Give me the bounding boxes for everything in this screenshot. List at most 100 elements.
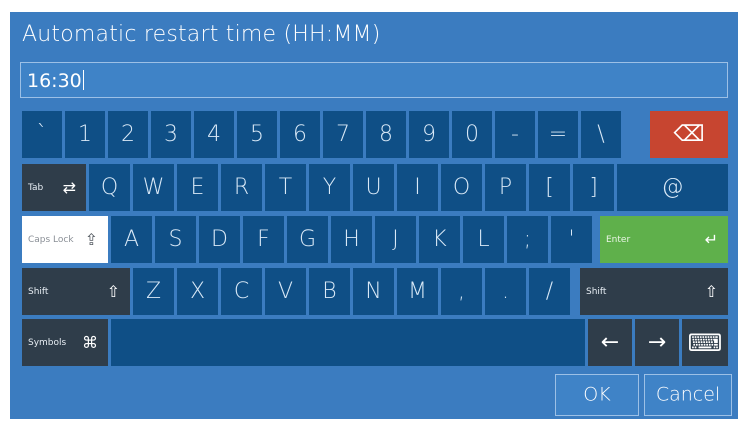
key-label: Tab [28,182,44,193]
left-shift-key[interactable]: Shift ⇧ [22,268,130,315]
key-k[interactable]: K [419,216,460,263]
key-right-bracket[interactable]: ] [573,164,614,211]
key-4[interactable]: 4 [194,111,234,158]
caps-lock-icon: ⇪ [84,229,98,249]
hide-keyboard-key[interactable]: ⌨ [682,319,728,366]
key-label: 6 [293,121,307,147]
key-y[interactable]: Y [309,164,350,211]
space-key[interactable] [111,319,585,366]
key-b[interactable]: B [309,268,350,315]
key-z[interactable]: Z [133,268,174,315]
key-f[interactable]: F [243,216,284,263]
key-t[interactable]: T [265,164,306,211]
key-label: Shift [28,286,49,297]
cancel-button[interactable]: Cancel [644,374,732,416]
key-slash[interactable]: / [529,268,570,315]
key-e[interactable]: E [177,164,218,211]
key-label: 5 [250,121,264,147]
enter-key[interactable]: Enter ↵ [600,216,728,263]
backspace-key[interactable]: ⌫ [650,111,728,158]
key-g[interactable]: G [287,216,328,263]
key-7[interactable]: 7 [323,111,363,158]
caps-lock-key[interactable]: Caps Lock ⇪ [22,216,108,263]
key-l[interactable]: L [463,216,504,263]
key-label: . [502,278,509,304]
key-1[interactable]: 1 [65,111,105,158]
backspace-icon: ⌫ [673,121,705,147]
key-label: ` [36,121,48,147]
key-6[interactable]: 6 [280,111,320,158]
key-minus[interactable]: - [495,111,535,158]
key-v[interactable]: V [265,268,306,315]
key-5[interactable]: 5 [237,111,277,158]
key-semicolon[interactable]: ; [507,216,548,263]
key-i[interactable]: I [397,164,438,211]
key-0[interactable]: 0 [452,111,492,158]
ok-button[interactable]: OK [555,374,639,416]
key-label: O [452,174,471,200]
key-8[interactable]: 8 [366,111,406,158]
key-comma[interactable]: , [441,268,482,315]
key-label: Caps Lock [28,234,74,245]
key-label: T [278,174,293,200]
key-h[interactable]: H [331,216,372,263]
key-label: Shift [586,286,607,297]
tab-key[interactable]: Tab ⇄ [22,164,86,211]
symbols-key[interactable]: Symbols ⌘ [22,319,108,366]
key-label: I [414,174,421,200]
key-backtick[interactable]: ` [22,111,62,158]
key-j[interactable]: J [375,216,416,263]
key-p[interactable]: P [485,164,526,211]
key-label: / [545,278,554,304]
key-equals[interactable]: = [538,111,578,158]
shift-icon: ⇧ [106,281,120,301]
key-label: W [142,174,165,200]
key-label: ] [589,174,598,200]
key-label: D [211,226,228,252]
key-label: 2 [121,121,135,147]
key-2[interactable]: 2 [108,111,148,158]
key-label: G [298,226,317,252]
key-3[interactable]: 3 [151,111,191,158]
key-label: L [477,226,490,252]
key-x[interactable]: X [177,268,218,315]
key-backslash[interactable]: \ [581,111,621,158]
key-w[interactable]: W [133,164,174,211]
key-label: - [511,121,519,147]
key-label: \ [597,121,605,147]
key-label: E [190,174,205,200]
key-label: B [322,278,337,304]
key-label: Enter [606,234,631,245]
key-m[interactable]: M [397,268,438,315]
tab-arrows-icon: ⇄ [62,177,76,197]
key-apostrophe[interactable]: ' [551,216,592,263]
key-9[interactable]: 9 [409,111,449,158]
right-arrow-icon: → [647,329,667,355]
right-shift-key[interactable]: Shift ⇧ [580,268,728,315]
key-label: [ [545,174,554,200]
key-q[interactable]: Q [89,164,130,211]
key-label: Y [322,174,337,200]
key-s[interactable]: S [155,216,196,263]
key-left-bracket[interactable]: [ [529,164,570,211]
key-d[interactable]: D [199,216,240,263]
key-label: , [458,278,465,304]
key-period[interactable]: . [485,268,526,315]
key-label: 1 [78,121,92,147]
key-r[interactable]: R [221,164,262,211]
key-o[interactable]: O [441,164,482,211]
key-label: X [189,278,206,304]
shift-icon: ⇧ [704,281,718,301]
key-c[interactable]: C [221,268,262,315]
left-arrow-key[interactable]: ← [588,319,632,366]
key-label: 8 [379,121,393,147]
key-label: Q [100,174,119,200]
right-arrow-key[interactable]: → [635,319,679,366]
key-u[interactable]: U [353,164,394,211]
keyboard-icon: ⌨ [687,328,723,357]
key-n[interactable]: N [353,268,394,315]
restart-time-dialog: Automatic restart time (HH:MM) 16:30 ` 1 2… [10,12,738,419]
key-at[interactable]: @ [617,164,728,211]
key-a[interactable]: A [111,216,152,263]
key-label: K [432,226,447,252]
